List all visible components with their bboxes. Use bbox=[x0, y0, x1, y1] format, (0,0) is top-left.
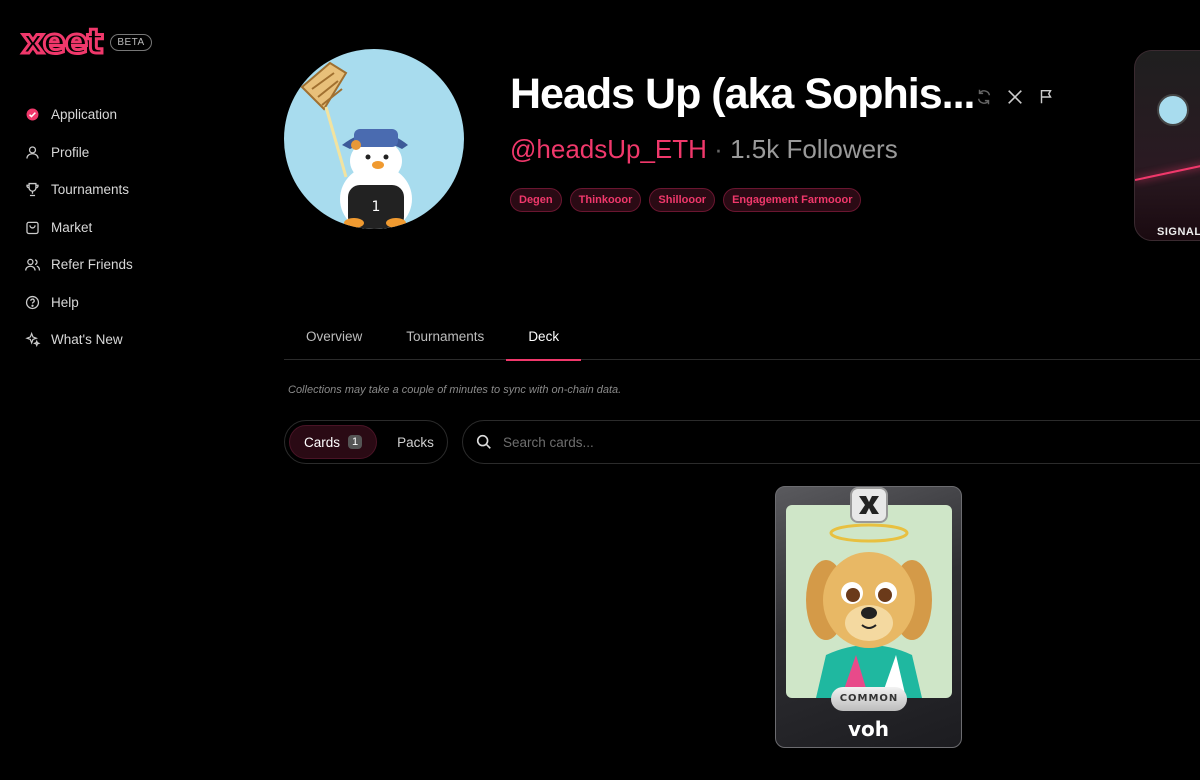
tab-tournaments[interactable]: Tournaments bbox=[384, 318, 506, 360]
sync-notice: Collections may take a couple of minutes… bbox=[288, 384, 622, 396]
sidebar-item-help[interactable]: Help bbox=[24, 284, 224, 322]
separator: · bbox=[714, 134, 723, 164]
cards-label: Cards bbox=[304, 434, 341, 450]
help-circle-icon bbox=[25, 295, 40, 309]
sidebar-nav: Application Profile Tournaments Market R… bbox=[24, 96, 224, 359]
search-icon bbox=[476, 434, 491, 449]
card-artwork bbox=[786, 505, 952, 698]
logo-wordmark: xeet bbox=[20, 22, 104, 62]
sidebar-item-label: Profile bbox=[51, 144, 90, 160]
profile-handle[interactable]: @headsUp_ETH bbox=[510, 134, 707, 164]
dog-illustration bbox=[806, 523, 932, 698]
cards-count-badge: 1 bbox=[348, 435, 363, 449]
profile-tabs: Overview Tournaments Deck bbox=[284, 318, 1200, 361]
profile-actions bbox=[975, 88, 1055, 106]
xeet-logo-icon bbox=[859, 496, 879, 514]
x-twitter-icon[interactable] bbox=[1006, 88, 1024, 106]
tab-overview[interactable]: Overview bbox=[284, 318, 384, 360]
signal-line bbox=[1135, 154, 1200, 181]
search-input[interactable] bbox=[503, 434, 1103, 450]
verified-badge-icon bbox=[26, 108, 39, 121]
packs-label: Packs bbox=[397, 434, 434, 450]
sidebar-item-profile[interactable]: Profile bbox=[24, 134, 224, 172]
sidebar-item-tournaments[interactable]: Tournaments bbox=[24, 171, 224, 209]
shopping-bag-icon bbox=[26, 221, 39, 234]
users-icon bbox=[25, 259, 41, 271]
deck-view-toggle: Cards 1 Packs bbox=[284, 420, 448, 464]
packs-toggle-button[interactable]: Packs bbox=[383, 425, 448, 459]
beta-badge: BETA bbox=[110, 33, 152, 51]
card-name: voh bbox=[847, 717, 889, 741]
signal-card-avatar bbox=[1157, 94, 1189, 126]
sidebar-item-label: Application bbox=[51, 107, 118, 123]
sidebar-item-label: Tournaments bbox=[51, 182, 130, 198]
card-search bbox=[462, 420, 1200, 464]
profile-tags: Degen Thinkooor Shillooor Engagement Far… bbox=[510, 188, 862, 212]
followers-count: 1.5k bbox=[730, 134, 780, 164]
profile-subline: @headsUp_ETH · 1.5k Followers bbox=[510, 134, 898, 165]
sidebar-item-label: Refer Friends bbox=[51, 257, 133, 273]
deck-card[interactable]: COMMON voh bbox=[775, 486, 962, 748]
refresh-icon[interactable] bbox=[975, 88, 993, 106]
sidebar-item-application[interactable]: Application bbox=[24, 96, 224, 134]
flag-icon[interactable] bbox=[1037, 88, 1055, 106]
sidebar-item-refer-friends[interactable]: Refer Friends bbox=[24, 246, 224, 284]
signal-label: SIGNAL bbox=[1157, 226, 1200, 238]
app-logo[interactable]: xeet BETA bbox=[20, 22, 152, 62]
tab-deck[interactable]: Deck bbox=[506, 318, 581, 361]
sidebar-item-whats-new[interactable]: What's New bbox=[24, 321, 224, 359]
penguin-avatar-illustration: 1 bbox=[300, 61, 412, 229]
card-rarity-badge: COMMON bbox=[831, 687, 907, 711]
trophy-icon bbox=[26, 183, 39, 197]
profile-name: Heads Up (aka Sophis... bbox=[510, 70, 975, 118]
sidebar-item-label: Market bbox=[51, 219, 93, 235]
profile-avatar: 1 bbox=[284, 49, 464, 229]
sidebar-item-market[interactable]: Market bbox=[24, 209, 224, 247]
tag-thinkooor: Thinkooor bbox=[569, 188, 642, 212]
tag-engagement-farmooor: Engagement Farmooor bbox=[723, 188, 862, 212]
cards-toggle-button[interactable]: Cards 1 bbox=[289, 425, 378, 459]
sidebar-item-label: Help bbox=[51, 294, 79, 310]
card-logo-badge bbox=[850, 487, 888, 523]
sparkles-icon bbox=[25, 332, 41, 348]
tag-degen: Degen bbox=[510, 188, 562, 212]
user-icon bbox=[26, 146, 39, 159]
sidebar-item-label: What's New bbox=[51, 332, 123, 348]
tag-shillooor: Shillooor bbox=[649, 188, 716, 212]
svg-text:1: 1 bbox=[372, 199, 381, 215]
followers-label: Followers bbox=[786, 134, 898, 164]
signal-card[interactable]: SIGNAL bbox=[1134, 50, 1200, 241]
